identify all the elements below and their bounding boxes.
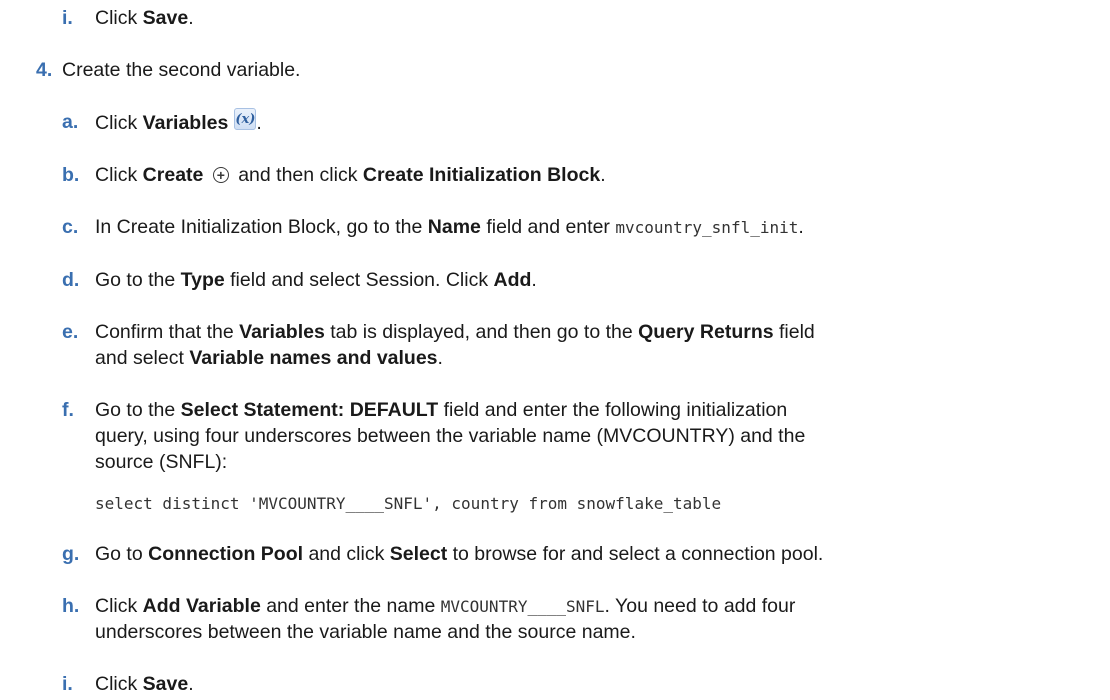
step-letter: f. — [62, 399, 74, 421]
step-text: Go to Connection Pool and click Select t… — [95, 543, 824, 565]
code-block: select distinct 'MVCOUNTRY____SNFL', cou… — [95, 494, 722, 513]
step-text: Confirm that the Variables tab is displa… — [95, 321, 815, 343]
step-text: source (SNFL): — [95, 451, 228, 473]
step-text: and select Variable names and values. — [95, 347, 443, 369]
variables-icon: (x) — [234, 108, 257, 130]
step-number: 4. — [36, 59, 53, 81]
step-letter: i. — [62, 7, 73, 29]
step-letter: g. — [62, 543, 80, 565]
step-text: Go to the Type field and select Session.… — [95, 269, 537, 291]
step-text: Click Create + and then click Create Ini… — [95, 164, 606, 186]
step-text: Click Save. — [95, 7, 194, 29]
step-letter: h. — [62, 595, 80, 617]
step-letter: e. — [62, 321, 79, 343]
code-snippet: mvcountry_snfl_init — [615, 218, 799, 237]
step-letter: c. — [62, 216, 79, 238]
step-text: query, using four underscores between th… — [95, 425, 806, 447]
step-letter: a. — [62, 111, 79, 133]
code-snippet: MVCOUNTRY____SNFL — [440, 597, 605, 616]
step-text: Click Variables (x). — [95, 108, 262, 137]
step-letter: d. — [62, 269, 80, 291]
step-letter: i. — [62, 673, 73, 695]
step-text: Create the second variable. — [62, 59, 301, 81]
step-text: underscores between the variable name an… — [95, 621, 636, 643]
step-text: Click Add Variable and enter the name MV… — [95, 595, 796, 617]
step-letter: b. — [62, 164, 80, 186]
step-text: Go to the Select Statement: DEFAULT fiel… — [95, 399, 788, 421]
step-text: In Create Initialization Block, go to th… — [95, 216, 804, 238]
step-text: Click Save. — [95, 673, 194, 695]
create-plus-icon: + — [212, 167, 229, 183]
